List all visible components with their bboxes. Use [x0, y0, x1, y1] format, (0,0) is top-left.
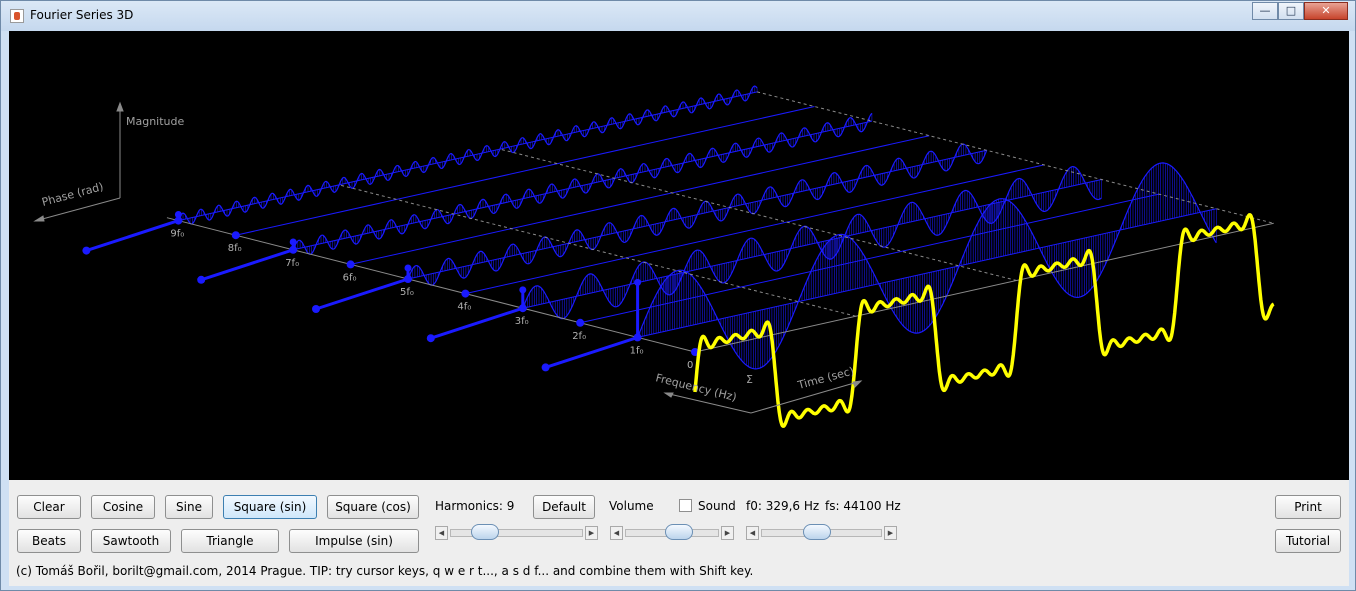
harmonic-dot[interactable]	[346, 260, 355, 269]
time-arrow-icon	[852, 380, 863, 388]
sawtooth-button[interactable]: Sawtooth	[91, 529, 171, 553]
fourier-3d-plot[interactable]: Magnitude Phase (rad) Frequency (Hz) Tim…	[9, 31, 1349, 480]
phase-stem	[200, 248, 294, 282]
phase-stem-tip	[312, 305, 320, 313]
phase-stem-tip	[426, 334, 435, 343]
sum-label: Σ	[746, 373, 753, 386]
triangle-button[interactable]: Triangle	[181, 529, 279, 553]
harmonic-label: 9f₀	[170, 229, 184, 240]
print-button[interactable]: Print	[1275, 495, 1341, 519]
impulse-sin-button[interactable]: Impulse (sin)	[289, 529, 419, 553]
harmonics-slider[interactable]: ◀ ▶	[435, 524, 598, 542]
f0-label: f0: 329,6 Hz	[746, 499, 820, 513]
volume-slider[interactable]: ◀ ▶	[610, 524, 734, 542]
beats-button[interactable]: Beats	[17, 529, 81, 553]
slider-track[interactable]	[450, 529, 583, 537]
harmonic-label: 0	[687, 360, 693, 371]
phase-stem	[430, 306, 524, 340]
phase-stem	[85, 219, 179, 253]
volume-label: Volume	[609, 499, 654, 513]
phase-stem	[545, 335, 639, 369]
harmonic-baseline	[350, 135, 930, 265]
harmonic-label: 2f₀	[572, 331, 586, 342]
title-bar[interactable]: Fourier Series 3D — □ ✕	[1, 1, 1355, 31]
fs-label: fs: 44100 Hz	[825, 499, 901, 513]
phase-arrow-icon	[33, 215, 45, 222]
phase-stem	[315, 277, 409, 311]
f0-slider-thumb[interactable]	[802, 524, 831, 540]
control-panel: Clear Cosine Sine Square (sin) Square (c…	[9, 480, 1349, 586]
sound-label: Sound	[698, 499, 736, 513]
window-title: Fourier Series 3D	[30, 8, 134, 22]
slider-right-arrow-icon[interactable]: ▶	[585, 526, 598, 540]
harmonic-label: 6f₀	[343, 272, 357, 283]
harmonic-dot[interactable]	[231, 231, 240, 240]
tutorial-button[interactable]: Tutorial	[1275, 529, 1341, 553]
frequency-arrow-icon	[663, 392, 674, 398]
cosine-button[interactable]: Cosine	[91, 495, 155, 519]
harmonic-label: 5f₀	[400, 287, 414, 298]
sound-checkbox[interactable]	[679, 499, 692, 512]
clear-button[interactable]: Clear	[17, 495, 81, 519]
square-sin-button[interactable]: Square (sin)	[223, 495, 317, 519]
magnitude-stem-tip	[174, 210, 182, 218]
harmonic-baseline	[178, 91, 758, 222]
sine-button[interactable]: Sine	[165, 495, 213, 519]
maximize-icon[interactable]: □	[1278, 2, 1304, 20]
magnitude-axis-label: Magnitude	[126, 115, 185, 128]
magnitude-stem-tip	[404, 264, 412, 272]
phase-stem-tip	[82, 246, 91, 255]
square-cos-button[interactable]: Square (cos)	[327, 495, 419, 519]
magnitude-stem-tip	[289, 238, 297, 246]
harmonic-dot[interactable]	[576, 318, 585, 327]
sum-waveform	[693, 213, 1275, 428]
harmonic-label: 7f₀	[285, 258, 299, 269]
magnitude-arrow-icon	[116, 101, 124, 112]
fourier-3d-canvas[interactable]: Magnitude Phase (rad) Frequency (Hz) Tim…	[9, 31, 1349, 480]
slider-left-arrow-icon[interactable]: ◀	[610, 526, 623, 540]
harmonics-label: Harmonics: 9	[435, 499, 515, 513]
phase-stem-tip	[541, 363, 550, 372]
status-text: (c) Tomáš Bořil, borilt@gmail.com, 2014 …	[16, 564, 754, 578]
slider-right-arrow-icon[interactable]: ▶	[884, 526, 897, 540]
volume-slider-thumb[interactable]	[664, 524, 693, 540]
harmonics-slider-thumb[interactable]	[471, 524, 499, 540]
harmonic-baseline	[235, 106, 815, 236]
harmonic-label: 1f₀	[630, 345, 644, 356]
slider-left-arrow-icon[interactable]: ◀	[746, 526, 759, 540]
minimize-icon[interactable]: —	[1252, 2, 1278, 20]
magnitude-stem-tip	[634, 278, 642, 286]
close-icon[interactable]: ✕	[1304, 2, 1348, 20]
harmonic-label: 8f₀	[228, 243, 242, 254]
slider-left-arrow-icon[interactable]: ◀	[435, 526, 448, 540]
f0-slider[interactable]: ◀ ▶	[746, 524, 897, 542]
java-app-icon	[10, 9, 24, 23]
harmonic-hatch	[180, 86, 758, 224]
app-window: Fourier Series 3D — □ ✕ Magnitude Phase …	[0, 0, 1356, 591]
default-button[interactable]: Default	[533, 495, 595, 519]
time-axis-label: Time (sec)	[795, 364, 855, 392]
slider-right-arrow-icon[interactable]: ▶	[721, 526, 734, 540]
phase-stem-tip	[197, 275, 206, 284]
harmonic-dot[interactable]	[461, 289, 470, 298]
magnitude-stem-tip	[519, 286, 527, 294]
harmonic-label: 3f₀	[515, 316, 529, 327]
harmonic-label: 4f₀	[457, 302, 471, 313]
